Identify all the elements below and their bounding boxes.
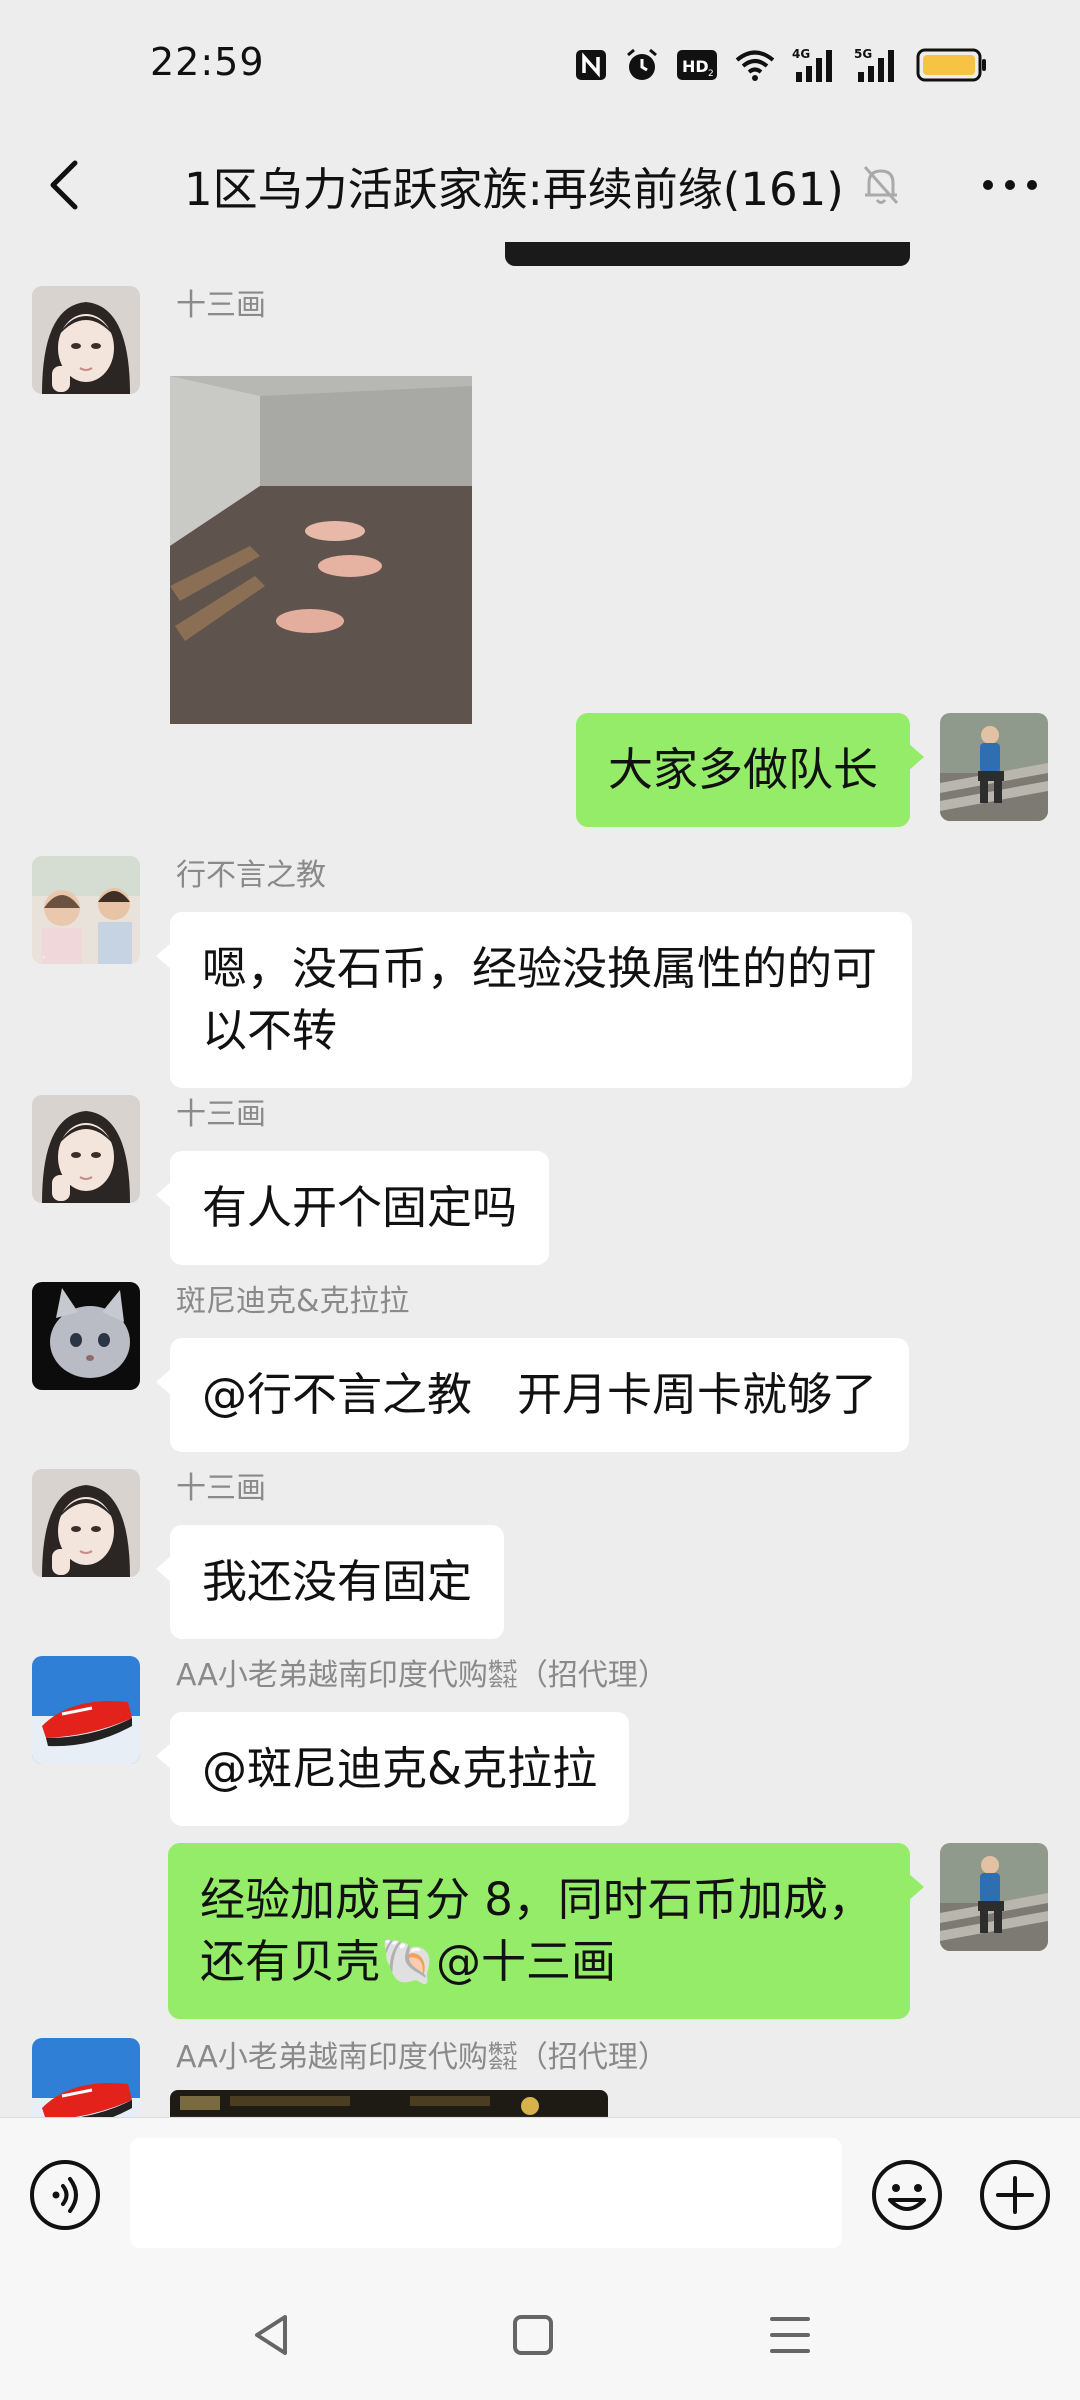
system-nav-bar xyxy=(0,2277,1080,2400)
voice-icon xyxy=(30,2160,100,2230)
4g-signal-icon: 4G xyxy=(792,46,838,84)
sender-name: AA小老弟越南印度代购㍿（招代理） xyxy=(176,1658,668,1693)
avatar[interactable] xyxy=(32,1282,140,1390)
svg-text:.: . xyxy=(42,947,46,961)
alarm-icon xyxy=(624,47,660,83)
status-time: 22:59 xyxy=(150,40,265,84)
message-bubble[interactable]: 经验加成百分 8，同时石币加成， 还有贝壳🐚@十三画 xyxy=(168,1843,924,2019)
nfc-icon xyxy=(574,48,608,82)
avatar[interactable] xyxy=(940,1843,1048,1951)
avatar[interactable] xyxy=(32,1656,140,1764)
battery-icon xyxy=(916,47,988,83)
message-input[interactable] xyxy=(130,2138,842,2248)
back-button[interactable] xyxy=(30,150,100,220)
sender-name: 十三画 xyxy=(176,1097,266,1132)
status-icons: HD 2 4G 5G xyxy=(574,44,988,86)
wifi-icon xyxy=(734,48,776,82)
message-line: 经验加成百分 8，同时石币加成， xyxy=(200,1873,873,1926)
5g-signal-icon: 5G xyxy=(854,46,900,84)
message-bubble[interactable]: 大家多做队长 xyxy=(575,713,925,827)
triangle-back-icon xyxy=(255,2315,287,2355)
sender-name: 十三画 xyxy=(176,1471,266,1506)
svg-text:HD: HD xyxy=(682,57,709,76)
more-icon xyxy=(983,180,1037,190)
avatar[interactable] xyxy=(32,1095,140,1203)
chat-messages[interactable]: 十三画 大家多做队长 . 行不言之教 嗯，没石币，经验没换属性的的可 以不转 十… xyxy=(0,242,1080,2117)
cropped-message xyxy=(505,242,910,266)
message-bubble[interactable]: 我还没有固定 xyxy=(155,1525,505,1639)
message-bubble[interactable]: 有人开个固定吗 xyxy=(155,1151,550,1265)
sender-name: 十三画 xyxy=(176,288,266,323)
avatar[interactable] xyxy=(940,713,1048,821)
message-bubble[interactable]: @斑尼迪克&克拉拉 xyxy=(155,1712,630,1826)
avatar[interactable] xyxy=(32,1469,140,1577)
avatar[interactable]: . xyxy=(32,856,140,964)
sender-name: 行不言之教 xyxy=(176,858,326,893)
svg-text:2: 2 xyxy=(708,69,714,79)
avatar[interactable] xyxy=(32,2038,140,2117)
svg-text:4G: 4G xyxy=(792,47,810,61)
message-line: 嗯，没石币，经验没换属性的的可 xyxy=(202,942,878,995)
chevron-left-icon xyxy=(50,160,78,210)
svg-text:5G: 5G xyxy=(854,47,872,61)
nav-back-button[interactable] xyxy=(245,2307,301,2363)
chat-header: 1区乌力活跃家族:再续前缘(161) xyxy=(0,132,1080,242)
input-bar xyxy=(0,2117,1080,2277)
message-line: 还有贝壳🐚@十三画 xyxy=(200,1935,617,1988)
message-bubble[interactable]: 嗯，没石币，经验没换属性的的可 以不转 xyxy=(156,912,912,1088)
sender-name: AA小老弟越南印度代购㍿（招代理） xyxy=(176,2040,668,2075)
image-message[interactable] xyxy=(170,376,472,724)
status-bar: 22:59 HD 2 4G 5G xyxy=(0,0,1080,132)
plus-icon xyxy=(980,2160,1050,2230)
emoji-button[interactable] xyxy=(870,2158,944,2232)
page-title: 1区乌力活跃家族:再续前缘(161) xyxy=(184,162,844,216)
mute-bell-icon xyxy=(856,150,906,220)
menu-lines-icon xyxy=(770,2317,810,2353)
nav-home-button[interactable] xyxy=(505,2307,561,2363)
voice-input-button[interactable] xyxy=(28,2158,102,2232)
more-functions-button[interactable] xyxy=(978,2158,1052,2232)
more-options-button[interactable] xyxy=(970,150,1050,220)
message-bubble[interactable]: @行不言之教 开月卡周卡就够了 xyxy=(155,1338,910,1452)
image-message[interactable] xyxy=(170,2090,608,2117)
message-line: 以不转 xyxy=(202,1004,338,1057)
hd-icon: HD 2 xyxy=(676,49,718,81)
nav-recents-button[interactable] xyxy=(762,2307,818,2363)
sender-name: 斑尼迪克&克拉拉 xyxy=(176,1284,410,1319)
avatar[interactable] xyxy=(32,286,140,394)
emoji-icon xyxy=(872,2160,942,2230)
square-home-icon xyxy=(513,2315,553,2355)
